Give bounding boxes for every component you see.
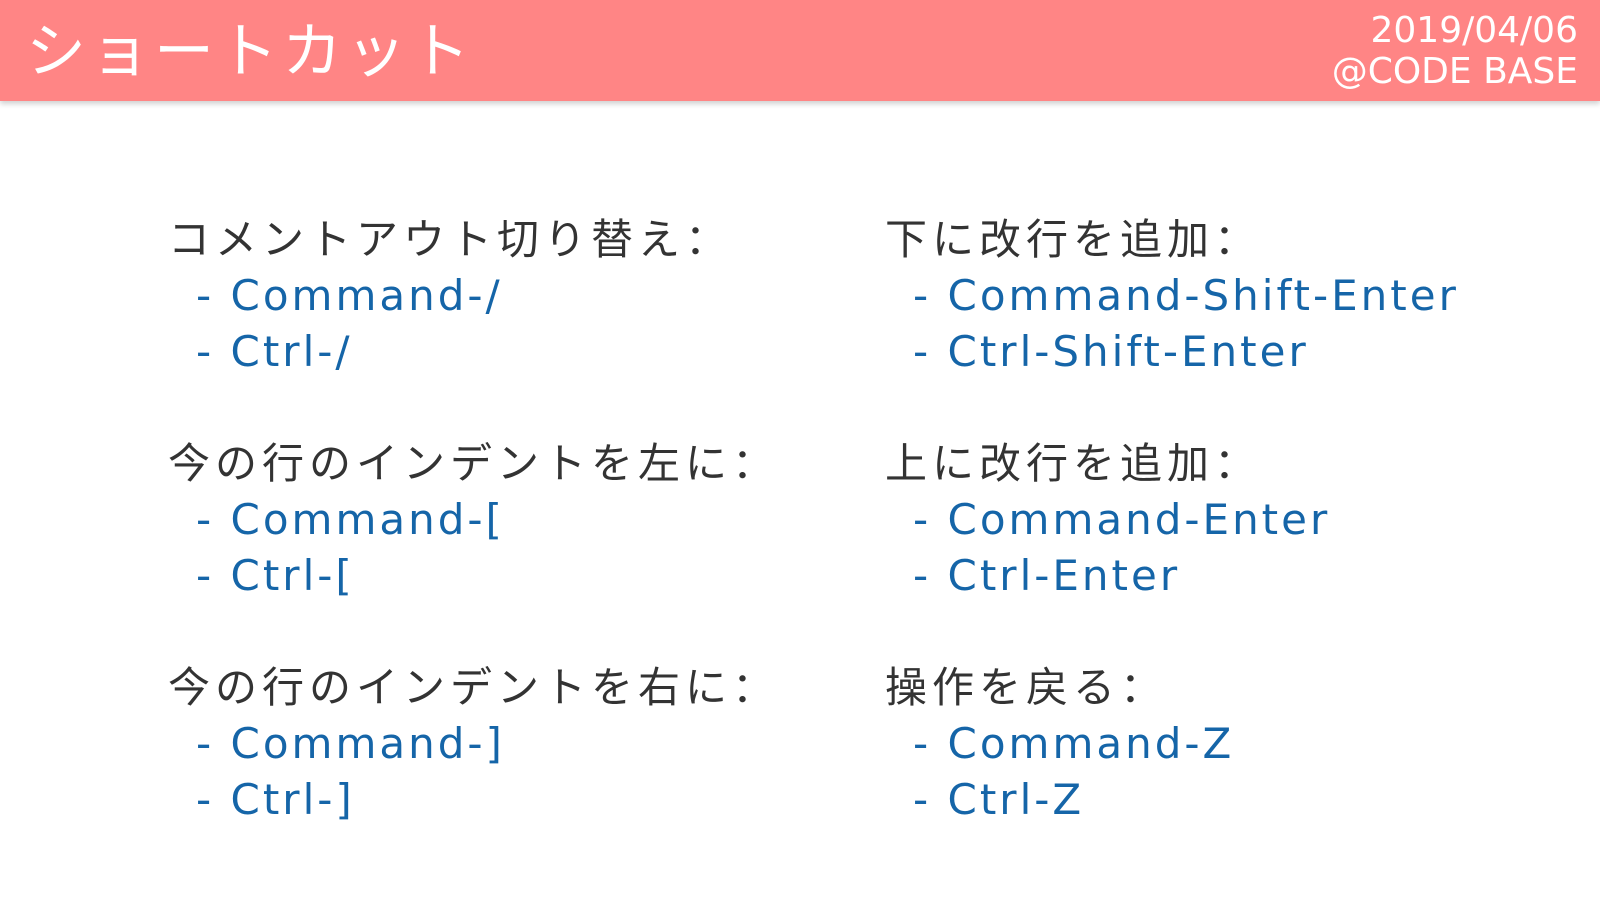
shortcut-section-newline-above: 上に改行を追加： - Command-Enter - Ctrl-Enter [885,436,1585,660]
shortcut-win: - Ctrl-[ [196,551,355,600]
shortcut-win: - Ctrl-Enter [913,551,1181,600]
header-bar: ショートカット 2019/04/06 @CODE BASE [0,0,1600,101]
header-meta: 2019/04/06 @CODE BASE [1332,10,1578,92]
shortcut-mac: - Command-] [196,719,505,768]
section-title: 下に改行を追加： [885,215,1262,264]
slide-author: @CODE BASE [1331,51,1578,92]
shortcut-mac: - Command-Enter [913,495,1331,544]
section-title: 今の行のインデントを右に： [168,663,780,712]
right-column: 下に改行を追加： - Command-Shift-Enter - Ctrl-Sh… [885,212,1585,884]
shortcut-win: - Ctrl-] [196,775,355,824]
shortcut-section-toggle-comment: コメントアウト切り替え： - Command-/ - Ctrl-/ [168,212,848,436]
shortcut-section-indent-right: 今の行のインデントを右に： - Command-] - Ctrl-] [168,660,848,884]
shortcut-win: - Ctrl-Z [913,775,1085,824]
slide-date: 2019/04/06 [1370,10,1579,51]
shortcut-win: - Ctrl-Shift-Enter [913,327,1309,376]
shortcut-mac: - Command-Z [913,719,1235,768]
slide-title: ショートカット [26,17,474,87]
section-title: 操作を戻る： [885,663,1168,712]
shortcut-mac: - Command-Shift-Enter [913,271,1459,320]
shortcut-mac: - Command-/ [196,271,503,320]
shortcut-section-indent-left: 今の行のインデントを左に： - Command-[ - Ctrl-[ [168,436,848,660]
section-title: コメントアウト切り替え： [168,215,733,264]
shortcut-win: - Ctrl-/ [196,327,353,376]
slide: ショートカット 2019/04/06 @CODE BASE コメントアウト切り替… [0,0,1600,900]
section-title: 今の行のインデントを左に： [168,439,780,488]
shortcut-mac: - Command-[ [196,495,505,544]
left-column: コメントアウト切り替え： - Command-/ - Ctrl-/ 今の行のイン… [168,212,848,884]
shortcut-section-undo: 操作を戻る： - Command-Z - Ctrl-Z [885,660,1585,884]
shortcut-section-newline-below: 下に改行を追加： - Command-Shift-Enter - Ctrl-Sh… [885,212,1585,436]
section-title: 上に改行を追加： [885,439,1262,488]
